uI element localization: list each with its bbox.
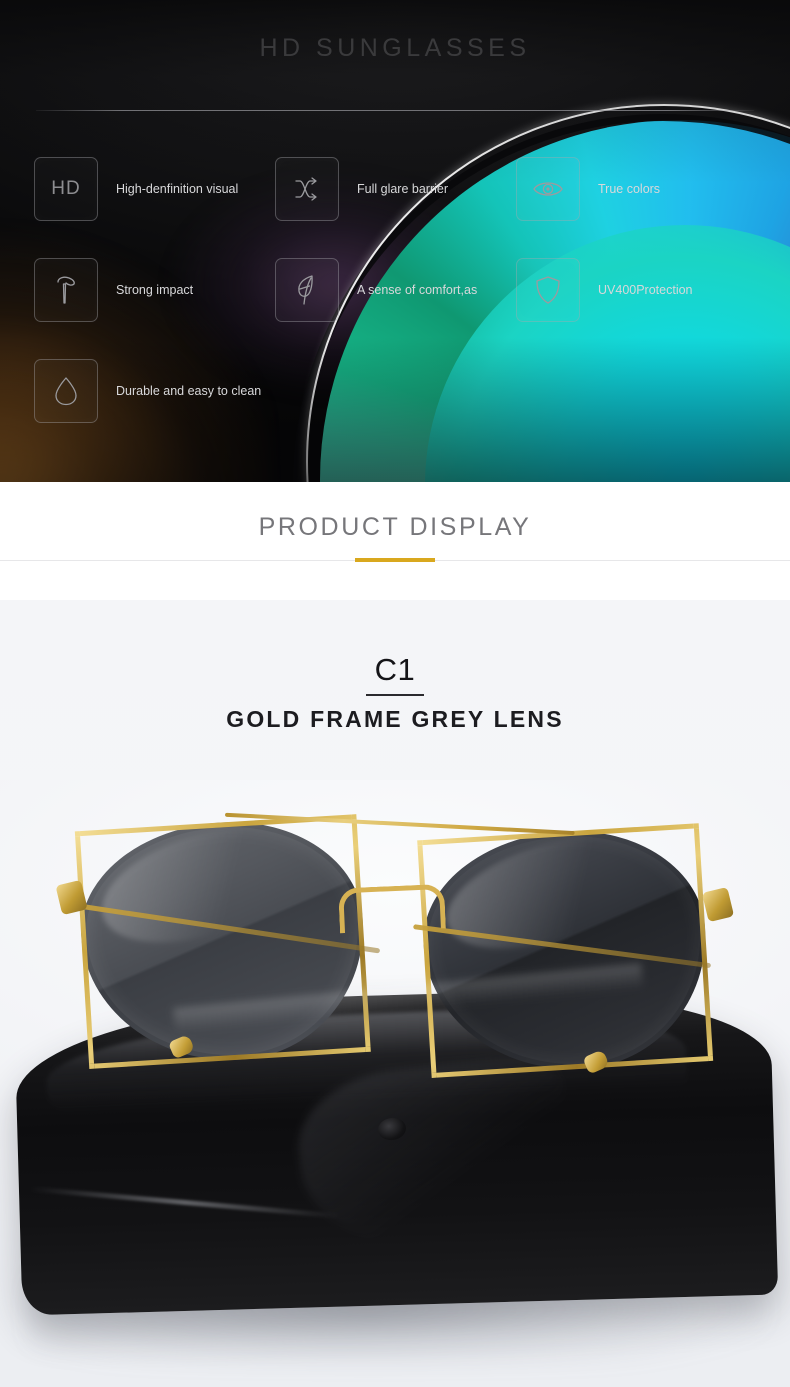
water-drop-icon	[34, 359, 98, 423]
feature-list: HD High-denfinition visual Full glare ba…	[0, 157, 790, 460]
hammer-icon	[34, 258, 98, 322]
section-accent-bar	[355, 558, 435, 562]
product-display-header: PRODUCT DISPLAY	[0, 482, 790, 600]
feature-item-durable: Durable and easy to clean	[34, 359, 275, 423]
feature-label: Durable and easy to clean	[116, 383, 262, 398]
shuffle-icon	[275, 157, 339, 221]
feature-item-hd: HD High-denfinition visual	[34, 157, 275, 221]
right-lens	[417, 823, 714, 1078]
feather-icon	[275, 258, 339, 322]
feature-row: Durable and easy to clean	[0, 359, 790, 423]
hd-icon: HD	[34, 157, 98, 221]
hd-icon-label: HD	[51, 178, 81, 199]
feature-item-true-colors: True colors	[516, 157, 757, 221]
hero-title: HD SUNGLASSES	[259, 34, 531, 62]
product-code: C1	[374, 652, 416, 687]
feature-row: HD High-denfinition visual Full glare ba…	[0, 157, 790, 221]
right-hinge	[701, 886, 735, 923]
feature-label: UV400Protection	[598, 282, 693, 297]
product-code-underline	[366, 694, 424, 696]
shield-icon	[516, 258, 580, 322]
product-photo	[0, 780, 790, 1387]
feature-label: Full glare barrier	[357, 181, 449, 196]
feature-item-glare: Full glare barrier	[275, 157, 516, 221]
section-title: PRODUCT DISPLAY	[258, 513, 532, 541]
product-subtitle: GOLD FRAME GREY LENS	[226, 706, 564, 732]
hero-divider	[36, 110, 754, 111]
feature-label: High-denfinition visual	[116, 181, 239, 196]
feature-label: Strong impact	[116, 282, 194, 297]
feature-row: Strong impact A sense of comfort,as UV40…	[0, 258, 790, 322]
feature-item-uv400: UV400Protection	[516, 258, 757, 322]
product-showcase: C1 GOLD FRAME GREY LENS	[0, 600, 790, 1387]
feature-label: A sense of comfort,as	[357, 282, 478, 297]
product-detail-page: HD SUNGLASSES HD High-denfinition visual	[0, 0, 790, 1387]
hero-banner: HD SUNGLASSES HD High-denfinition visual	[0, 0, 790, 482]
aviator-sunglasses	[48, 787, 746, 1105]
eye-icon	[516, 157, 580, 221]
feature-item-impact: Strong impact	[34, 258, 275, 322]
feature-item-comfort: A sense of comfort,as	[275, 258, 516, 322]
feature-label: True colors	[598, 181, 661, 196]
left-hinge	[55, 879, 88, 916]
